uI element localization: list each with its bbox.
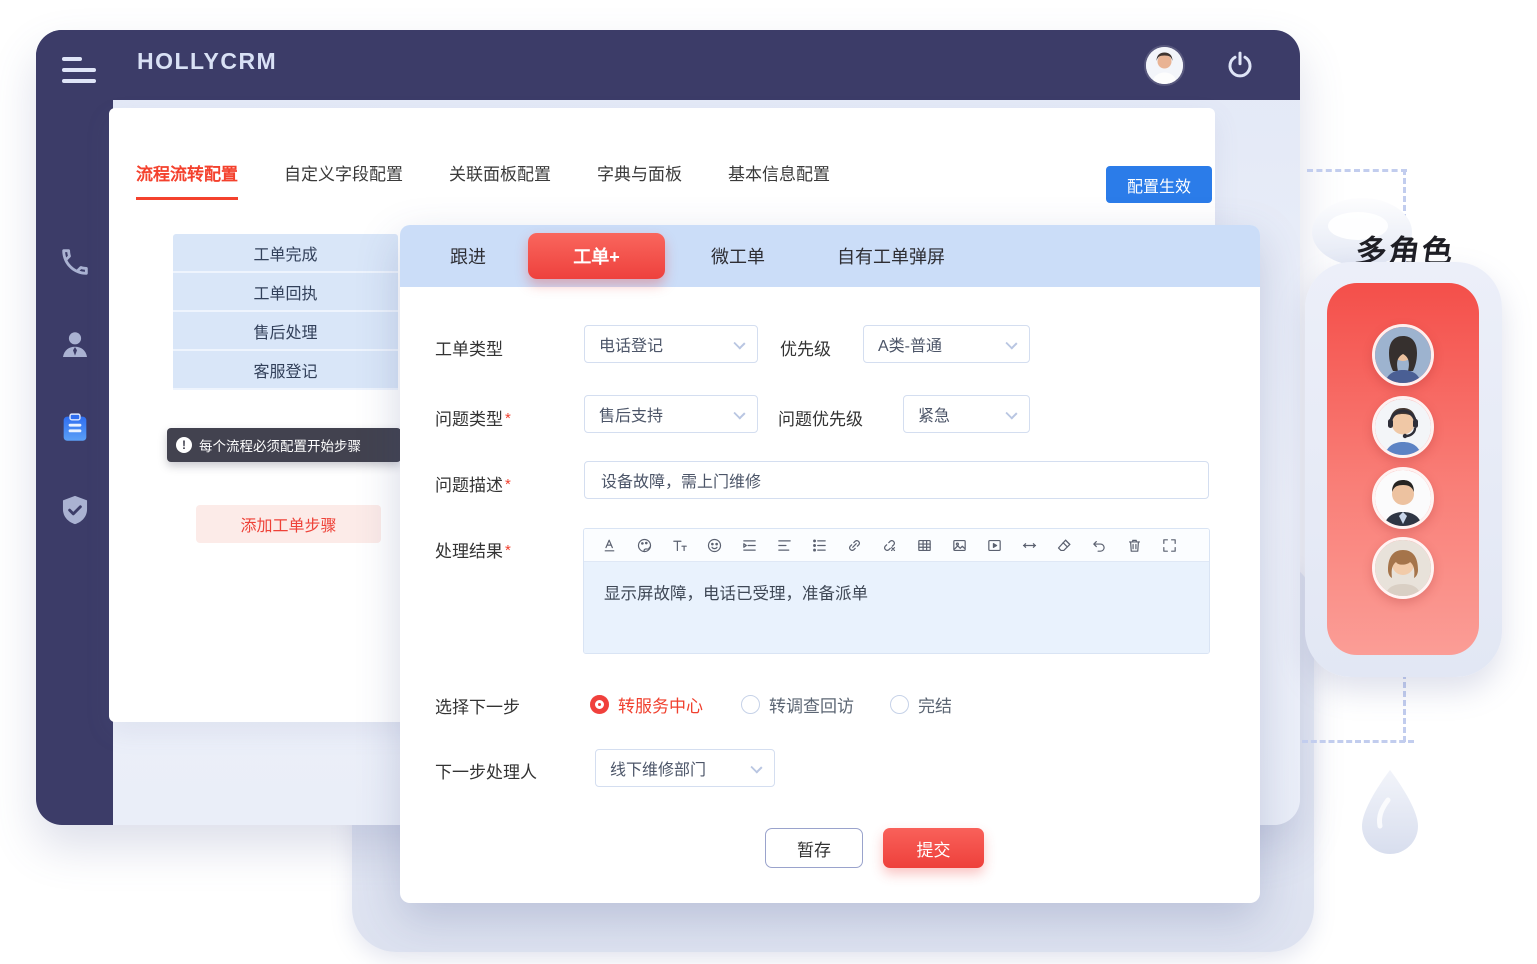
- tasks-icon[interactable]: [55, 408, 95, 448]
- roles-frame: [1305, 262, 1502, 677]
- list-icon[interactable]: [804, 533, 834, 557]
- radio-unselected-icon: [890, 695, 909, 714]
- chevron-down-icon: [1005, 337, 1017, 349]
- result-editor-body[interactable]: 显示屏故障，电话已受理，准备派单: [584, 562, 1209, 653]
- indent-icon[interactable]: [734, 533, 764, 557]
- submit-button[interactable]: 提交: [883, 828, 984, 868]
- tab-ticket-plus[interactable]: 工单+: [528, 233, 665, 279]
- avatar-agent-male[interactable]: [1372, 467, 1434, 529]
- notice-tooltip: ! 每个流程必须配置开始步骤: [167, 428, 401, 462]
- tab-dictionary-panel[interactable]: 字典与面板: [597, 160, 682, 197]
- chevron-down-icon: [733, 337, 745, 349]
- chevron-down-icon: [733, 407, 745, 419]
- avatar-agent-female-2[interactable]: [1372, 537, 1434, 599]
- text-style-icon[interactable]: [594, 533, 624, 557]
- table-icon[interactable]: [909, 533, 939, 557]
- avatar-agent-female-1[interactable]: [1372, 324, 1434, 386]
- contacts-icon[interactable]: [55, 325, 95, 365]
- emoji-icon[interactable]: [699, 533, 729, 557]
- roles-panel: [1327, 283, 1479, 655]
- fullscreen-icon[interactable]: [1154, 533, 1184, 557]
- divider-icon[interactable]: [1014, 533, 1044, 557]
- radio-transfer-service-center[interactable]: 转服务中心: [590, 692, 703, 717]
- save-draft-button[interactable]: 暂存: [765, 828, 863, 868]
- brand-logo: HOLLYCRM: [137, 48, 277, 75]
- priority-select[interactable]: A类-普通: [863, 325, 1030, 363]
- power-icon[interactable]: [1225, 50, 1255, 80]
- next-handler-select[interactable]: 线下维修部门: [595, 749, 775, 787]
- link-icon[interactable]: [839, 533, 869, 557]
- trash-icon[interactable]: [1119, 533, 1149, 557]
- rich-text-editor: 显示屏故障，电话已受理，准备派单: [583, 528, 1210, 654]
- phone-icon[interactable]: [55, 242, 95, 282]
- chevron-down-icon: [1005, 407, 1017, 419]
- avatar-agent-headset[interactable]: [1372, 396, 1434, 458]
- tab-linked-panel-config[interactable]: 关联面板配置: [449, 160, 551, 197]
- list-item-service-register[interactable]: 客服登记: [173, 351, 398, 390]
- add-step-button[interactable]: 添加工单步骤: [196, 505, 381, 543]
- workflow-step-list: 工单完成 工单回执 售后处理 客服登记: [173, 234, 398, 390]
- issue-priority-label: 问题优先级: [778, 405, 863, 430]
- page: HOLLYCRM 流程流转配置 自定义: [0, 0, 1537, 964]
- tab-follow-up[interactable]: 跟进: [450, 243, 486, 269]
- editor-toolbar: [584, 529, 1209, 562]
- config-tab-bar: 流程流转配置 自定义字段配置 关联面板配置 字典与面板 基本信息配置: [136, 160, 876, 200]
- dashed-line-top: [1307, 169, 1407, 172]
- priority-label: 优先级: [780, 335, 831, 360]
- issue-type-label: 问题类型: [435, 405, 511, 430]
- list-item-aftersales[interactable]: 售后处理: [173, 312, 398, 351]
- tab-basic-info-config[interactable]: 基本信息配置: [728, 160, 830, 197]
- video-icon[interactable]: [979, 533, 1009, 557]
- notice-text: 每个流程必须配置开始步骤: [199, 435, 361, 455]
- list-item-ticket-complete[interactable]: 工单完成: [173, 234, 398, 273]
- security-icon[interactable]: [55, 490, 95, 530]
- issue-priority-select[interactable]: 紧急: [903, 395, 1030, 433]
- ticket-type-select[interactable]: 电话登记: [584, 325, 758, 363]
- eraser-icon[interactable]: [1049, 533, 1079, 557]
- font-size-icon[interactable]: [664, 533, 694, 557]
- tab-own-ticket-popup[interactable]: 自有工单弹屏: [837, 243, 945, 269]
- modal-tab-bar: 跟进 工单+ 微工单 自有工单弹屏: [400, 225, 1260, 287]
- menu-icon[interactable]: [62, 57, 96, 83]
- exclamation-icon: !: [176, 437, 192, 453]
- unlink-icon[interactable]: [874, 533, 904, 557]
- align-icon[interactable]: [769, 533, 799, 557]
- next-step-label: 选择下一步: [435, 693, 520, 718]
- dashed-line-bottom: [1302, 740, 1414, 743]
- tab-micro-ticket[interactable]: 微工单: [711, 243, 765, 269]
- issue-type-select[interactable]: 售后支持: [584, 395, 758, 433]
- chevron-down-icon: [750, 761, 762, 773]
- list-item-ticket-receipt[interactable]: 工单回执: [173, 273, 398, 312]
- image-icon[interactable]: [944, 533, 974, 557]
- ticket-type-label: 工单类型: [435, 335, 503, 360]
- radio-unselected-icon: [741, 695, 760, 714]
- issue-desc-input[interactable]: [584, 461, 1209, 499]
- ticket-modal: 跟进 工单+ 微工单 自有工单弹屏 工单类型 电话登记 优先级 A类-普通 问题…: [400, 225, 1260, 903]
- teardrop-shape: [1362, 770, 1418, 856]
- apply-config-button[interactable]: 配置生效: [1106, 166, 1212, 203]
- user-avatar[interactable]: [1146, 47, 1183, 84]
- next-step-radio-group: 转服务中心 转调查回访 完结: [590, 692, 952, 717]
- tab-custom-fields-config[interactable]: 自定义字段配置: [284, 160, 403, 197]
- issue-desc-label: 问题描述: [435, 471, 511, 496]
- radio-selected-icon: [590, 695, 609, 714]
- tab-process-flow-config[interactable]: 流程流转配置: [136, 160, 238, 200]
- next-handler-label: 下一步处理人: [435, 758, 537, 783]
- result-label: 处理结果: [435, 537, 511, 562]
- radio-transfer-survey[interactable]: 转调查回访: [741, 692, 854, 717]
- undo-icon[interactable]: [1084, 533, 1114, 557]
- radio-finish[interactable]: 完结: [890, 692, 952, 717]
- palette-icon[interactable]: [629, 533, 659, 557]
